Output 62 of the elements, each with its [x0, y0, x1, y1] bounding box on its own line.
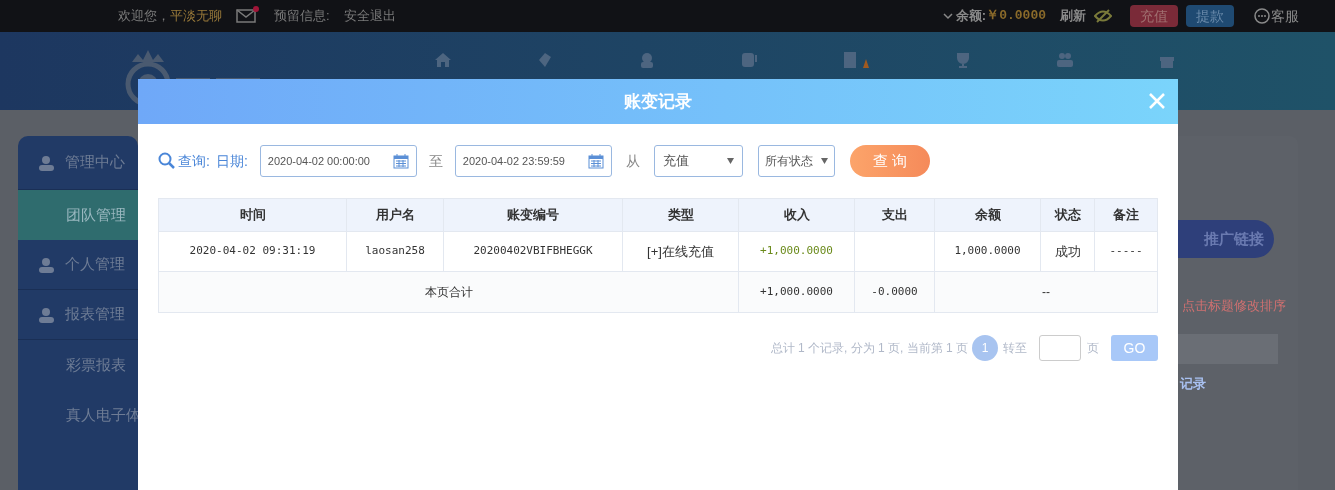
- table-cell: +1,000.0000: [738, 231, 855, 272]
- page-input[interactable]: [1039, 335, 1081, 361]
- search-icon: [158, 152, 176, 170]
- date-label: 日期:: [215, 151, 248, 171]
- sidebar-icon: [38, 154, 55, 171]
- table-cell: 1,000.0000: [934, 231, 1041, 272]
- table-cell: laosan258: [346, 231, 444, 272]
- nav-icon[interactable]: [739, 50, 759, 70]
- goto-label: 转至: [1003, 340, 1027, 357]
- table-cell: --: [934, 271, 1158, 313]
- table-cell: +1,000.0000: [738, 271, 855, 313]
- sort-hint: 点击标题修改排序: [1182, 297, 1287, 315]
- type-select[interactable]: 充值: [653, 145, 743, 177]
- calendar-icon[interactable]: [392, 153, 409, 169]
- sidebar-icon: [38, 256, 55, 273]
- table-cell: 20200402VBIFBHEGGK: [443, 231, 623, 272]
- mail-icon[interactable]: [236, 9, 256, 23]
- dropdown-arrow-icon[interactable]: [820, 158, 828, 164]
- from-label: 从: [625, 151, 640, 171]
- nav-icon[interactable]: [1055, 50, 1075, 70]
- pagination-summary: 总计 1 个记录, 分为 1 页, 当前第 1 页: [770, 340, 968, 357]
- column-header[interactable]: 类型: [622, 198, 739, 232]
- sidebar-icon: [38, 306, 55, 323]
- refresh-link[interactable]: 刷新: [1060, 6, 1086, 26]
- reserved-info-label: 预留信息:: [274, 7, 330, 26]
- status-select[interactable]: 所有状态: [757, 145, 835, 177]
- column-header[interactable]: 收入: [738, 198, 855, 232]
- query-label: 查询:: [178, 151, 210, 171]
- nav-icon[interactable]: [841, 50, 871, 70]
- column-header[interactable]: 用户名: [346, 198, 444, 232]
- sidebar-item[interactable]: 团队管理: [18, 190, 138, 240]
- chevron-down-icon[interactable]: [942, 12, 953, 20]
- dropdown-arrow-icon[interactable]: [726, 158, 734, 164]
- chat-icon[interactable]: [1254, 8, 1270, 24]
- to-label: 至: [428, 151, 443, 171]
- eye-slash-icon[interactable]: [1094, 9, 1112, 23]
- start-date-field[interactable]: 2020-04-02 00:00:00: [259, 145, 417, 177]
- records-link[interactable]: 记录: [1180, 373, 1298, 393]
- column-header[interactable]: 时间: [158, 198, 347, 232]
- table-cell: 2020-04-02 09:31:19: [158, 231, 347, 272]
- table-cell: [+]在线充值: [622, 231, 739, 272]
- support-link[interactable]: 客服: [1271, 5, 1299, 27]
- balance-amount: ￥0.0000: [986, 7, 1046, 26]
- logout-link[interactable]: 安全退出: [343, 6, 396, 26]
- balance-label: 余额:: [955, 7, 987, 26]
- dialog-title: 账变记录: [624, 89, 692, 113]
- column-header[interactable]: 状态: [1040, 198, 1095, 232]
- table-cell: -0.0000: [854, 271, 935, 313]
- welcome-text: 欢迎您，: [118, 7, 170, 26]
- close-icon[interactable]: [1148, 92, 1166, 110]
- page-unit: 页: [1087, 340, 1099, 357]
- column-header[interactable]: 账变编号: [443, 198, 623, 232]
- column-header[interactable]: 支出: [854, 198, 935, 232]
- username[interactable]: 平淡无聊: [170, 6, 222, 26]
- table-cell: -----: [1094, 231, 1158, 272]
- calendar-icon[interactable]: [587, 153, 604, 169]
- table-cell: 成功: [1040, 231, 1095, 272]
- total-label: 本页合计: [158, 271, 739, 313]
- nav-icon[interactable]: [433, 50, 453, 70]
- end-date-field[interactable]: 2020-04-02 23:59:59: [454, 145, 612, 177]
- column-header[interactable]: 备注: [1094, 198, 1158, 232]
- column-header[interactable]: 余额: [934, 198, 1041, 232]
